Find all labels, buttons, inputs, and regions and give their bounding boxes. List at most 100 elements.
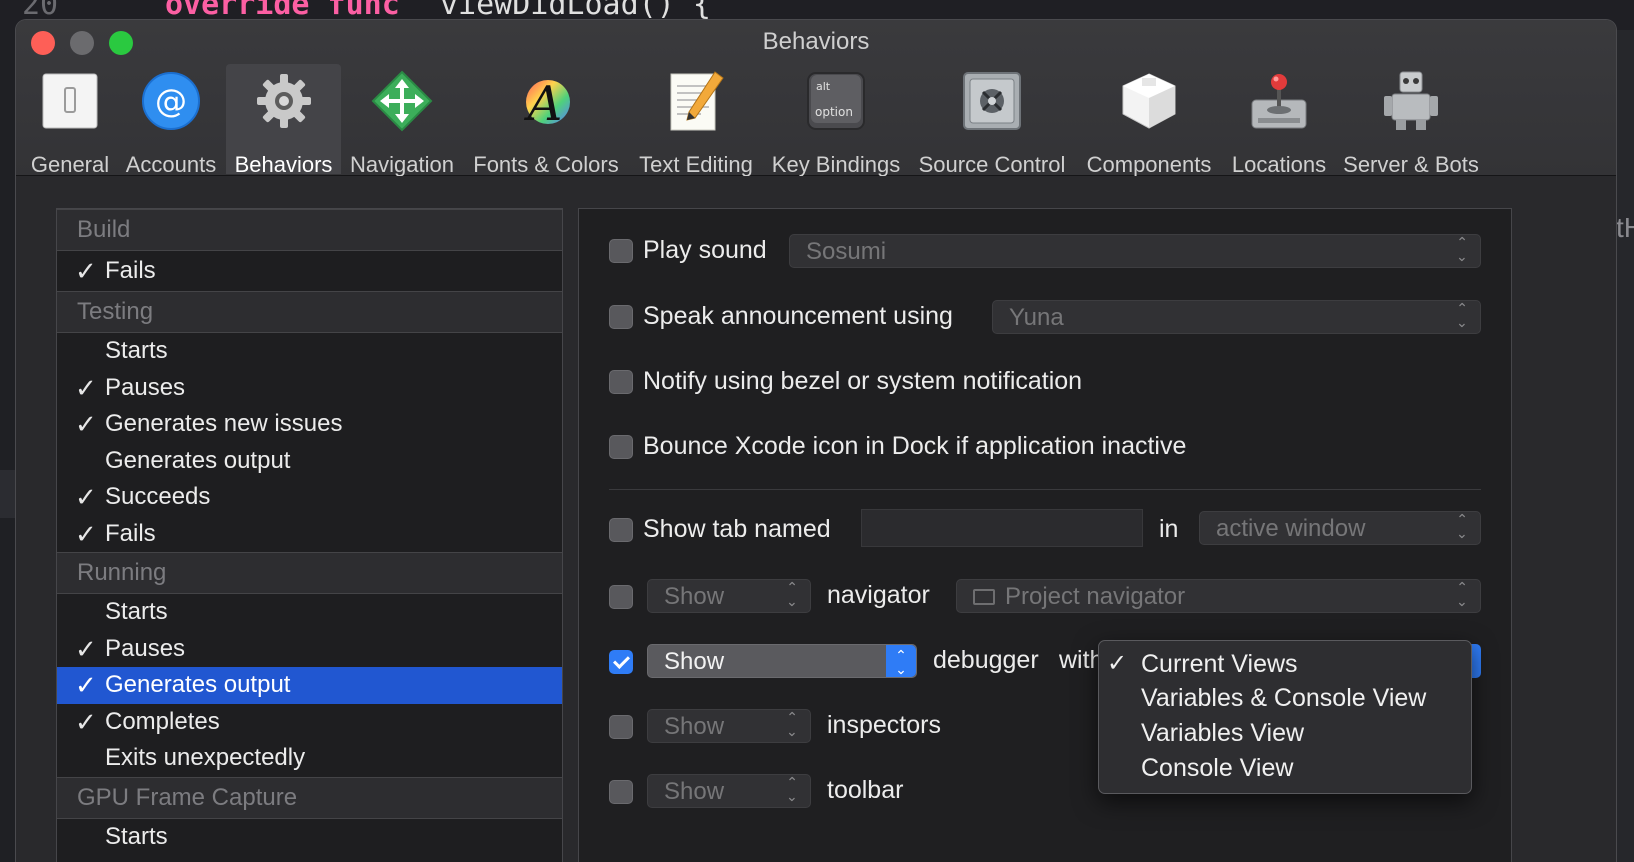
event-list[interactable]: Build ✓ Fails Testing Starts ✓ Pauses ✓ …	[56, 208, 563, 862]
list-item[interactable]: ✓ Completes	[57, 704, 562, 741]
play-sound-checkbox[interactable]	[609, 239, 633, 263]
list-item-label: Fails	[105, 257, 156, 284]
menu-item-label: Variables View	[1141, 719, 1305, 747]
tab-behaviors[interactable]: Behaviors	[226, 64, 341, 177]
updown-arrows-icon: ⌃ ⌃	[886, 645, 916, 677]
checkmark-icon: ✓	[1107, 650, 1128, 677]
checkmark-icon: ✓	[75, 518, 97, 549]
general-icon	[42, 73, 98, 129]
list-item[interactable]: ✓ Pauses	[57, 370, 562, 407]
list-item[interactable]: ✓ Fails	[57, 516, 562, 553]
editor-right-edge: tH	[1614, 30, 1634, 862]
tab-server-bots[interactable]: Server & Bots	[1340, 64, 1482, 177]
play-sound-label: Play sound	[643, 236, 767, 264]
titlebar: Behaviors General @ Accounts Behaviors N…	[16, 20, 1616, 177]
vault-icon	[963, 72, 1021, 130]
code-text: viewDidLoad() {	[440, 0, 711, 22]
list-item[interactable]: ✓ Fails	[57, 251, 562, 291]
list-item[interactable]: Exits unexpectedly	[57, 740, 562, 777]
list-item-label: Pauses	[105, 373, 186, 401]
voice-select[interactable]: Yuna ⌃ ⌃	[992, 300, 1481, 334]
list-item[interactable]: Starts	[57, 333, 562, 370]
list-item[interactable]: Starts	[57, 819, 562, 856]
inspectors-label: inspectors	[827, 711, 941, 739]
toolbar-checkbox[interactable]	[609, 780, 633, 804]
tab-label: Components	[1086, 152, 1212, 177]
checkmark-icon: ✓	[75, 256, 97, 286]
list-item[interactable]: Starts	[57, 594, 562, 631]
menu-item-current-views[interactable]: ✓ Current Views	[1099, 647, 1471, 681]
key-top-label: alt	[816, 80, 831, 93]
tab-label: Source Control	[918, 152, 1066, 177]
navigator-checkbox[interactable]	[609, 585, 633, 609]
sound-select[interactable]: Sosumi ⌃ ⌃	[789, 234, 1481, 268]
tab-label: Text Editing	[639, 152, 753, 177]
gear-icon	[257, 74, 311, 128]
group-header-running: Running	[57, 552, 562, 594]
tab-accounts[interactable]: @ Accounts	[120, 64, 222, 177]
toolbar-mode-value: Show	[664, 778, 725, 805]
bounce-checkbox[interactable]	[609, 435, 633, 459]
toolbar-mode-select[interactable]: Show ⌃ ⌃	[647, 774, 811, 808]
line-number: 20	[22, 0, 59, 22]
checkmark-icon: ✓	[75, 633, 97, 664]
inspectors-mode-select[interactable]: Show ⌃ ⌃	[647, 709, 811, 743]
tab-name-input[interactable]	[861, 509, 1143, 547]
list-item-label: Pauses	[105, 634, 186, 662]
updown-arrows-icon: ⌃ ⌃	[1456, 300, 1468, 330]
debugger-view-menu[interactable]: ✓ Current Views Variables & Console View…	[1098, 640, 1472, 794]
speak-label: Speak announcement using	[643, 302, 953, 330]
inspectors-checkbox[interactable]	[609, 715, 633, 739]
list-item[interactable]: ✓ Pauses	[57, 631, 562, 668]
list-item[interactable]: ✓ Generates new issues	[57, 406, 562, 443]
font-palette-icon: A	[524, 76, 570, 132]
debugger-mode-select[interactable]: Show ⌃ ⌃	[647, 644, 917, 678]
tab-label: Server & Bots	[1343, 152, 1479, 177]
code-keywords: override func	[165, 0, 400, 22]
show-tab-checkbox[interactable]	[609, 518, 633, 542]
tab-locations[interactable]: Locations	[1223, 64, 1335, 177]
notify-checkbox[interactable]	[609, 370, 633, 394]
arrows-move-icon	[371, 70, 433, 132]
tab-fonts-colors[interactable]: A Fonts & Colors	[468, 64, 624, 177]
list-item[interactable]: ✓ Succeeds	[57, 479, 562, 516]
tab-source-control[interactable]: Source Control	[914, 64, 1070, 177]
svg-text:A: A	[524, 76, 563, 132]
updown-arrows-icon: ⌃ ⌃	[1456, 579, 1468, 609]
group-header-testing: Testing	[57, 291, 562, 333]
debugger-checkbox[interactable]	[609, 650, 633, 674]
list-item-label: Generates output	[105, 446, 291, 474]
navigator-select[interactable]: Project navigator ⌃ ⌃	[956, 579, 1481, 613]
menu-item-console-view[interactable]: Console View	[1099, 751, 1471, 785]
menu-item-variables-view[interactable]: Variables View	[1099, 716, 1471, 750]
list-item-label: Fails	[105, 519, 156, 547]
window-select[interactable]: active window ⌃ ⌃	[1199, 511, 1481, 545]
speak-checkbox[interactable]	[609, 305, 633, 329]
folder-icon	[973, 589, 995, 605]
tab-label: Key Bindings	[771, 152, 901, 177]
pencil-paper-icon	[670, 71, 724, 131]
bounce-label: Bounce Xcode icon in Dock if application…	[643, 432, 1187, 460]
list-item-label: Starts	[105, 822, 168, 850]
voice-select-value: Yuna	[1009, 304, 1064, 331]
group-header-gpu: GPU Frame Capture	[57, 776, 562, 819]
tab-text-editing[interactable]: Text Editing	[633, 64, 759, 177]
robot-icon	[1384, 71, 1438, 130]
svg-text:@: @	[155, 82, 187, 120]
tab-general[interactable]: General	[28, 64, 112, 177]
key-bottom-label: option	[815, 105, 853, 119]
at-sign-icon: @	[142, 72, 200, 130]
joystick-drive-icon	[1251, 74, 1307, 129]
list-item-label: Exits unexpectedly	[105, 744, 306, 771]
menu-item-label: Variables & Console View	[1141, 684, 1427, 712]
tab-navigation[interactable]: Navigation	[346, 64, 458, 177]
list-item[interactable]: Generates output	[57, 443, 562, 480]
list-item-label: Generates new issues	[105, 410, 343, 437]
updown-arrows-icon: ⌃ ⌃	[1456, 234, 1468, 264]
list-item-selected[interactable]: ✓ Generates output	[57, 667, 562, 704]
tab-key-bindings[interactable]: alt option Key Bindings	[768, 64, 904, 177]
tab-components[interactable]: Components	[1079, 64, 1219, 177]
menu-item-variables-console-view[interactable]: Variables & Console View	[1099, 681, 1471, 715]
tab-label: General	[30, 152, 110, 177]
navigator-mode-select[interactable]: Show ⌃ ⌃	[647, 579, 811, 613]
